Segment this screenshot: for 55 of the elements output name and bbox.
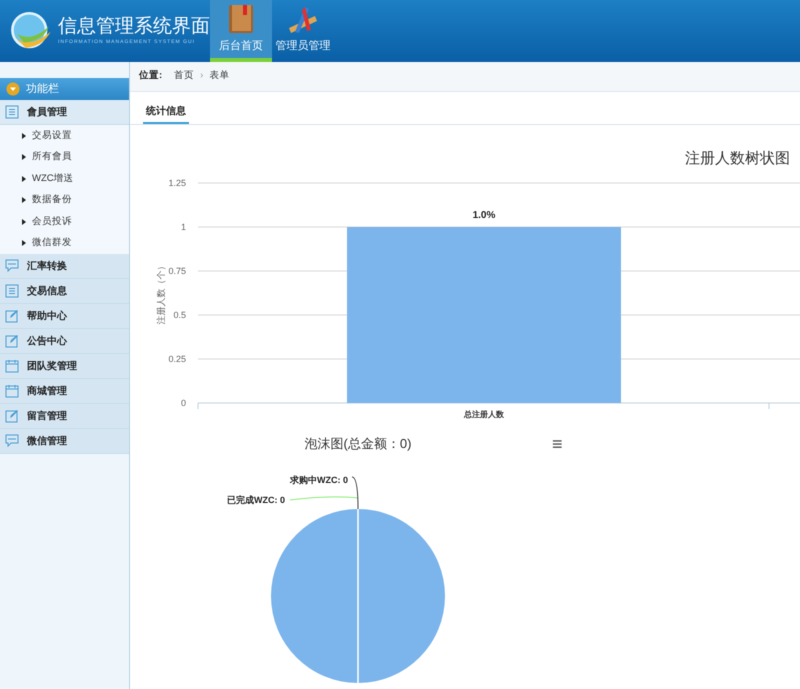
sidebar-group[interactable]: 帮助中心 [0,304,129,329]
edit-icon [5,409,19,423]
tick-label: 1.25 [168,178,186,188]
breadcrumb-separator: › [200,69,204,84]
breadcrumb-link[interactable]: 表单 [209,69,230,84]
sidebar-group[interactable]: 公告中心 [0,329,129,354]
chat-icon [5,259,19,273]
sidebar-group[interactable]: 汇率转换 [0,254,129,279]
app-title: 信息管理系统界面 [58,16,210,38]
calendar-icon [5,384,19,398]
sidebar-group[interactable]: 商城管理 [0,379,129,404]
sidebar-group[interactable]: 會員管理 [0,100,129,125]
edit-icon [5,334,19,348]
data-label: 1.0% [472,210,496,221]
bullet-icon [22,176,26,182]
sidebar-title: 功能栏 [26,82,59,97]
sidebar-group[interactable]: 留言管理 [0,404,129,429]
list-icon [5,284,19,298]
bullet-icon [22,197,26,204]
edit-icon [5,309,19,323]
list-icon [5,105,19,119]
sidebar-item[interactable]: 微信群发 [0,232,129,254]
sidebar-group[interactable]: 交易信息 [0,279,129,304]
sidebar-group[interactable]: 微信管理 [0,429,129,454]
chart-title: 注册人数树状图 [685,150,790,167]
breadcrumb-link[interactable]: 首页 [174,69,194,84]
sidebar-item[interactable]: 交易设置 [0,125,129,146]
tick-label: 0.25 [168,354,186,364]
data-label: 已完成WZC: 0 [227,495,285,505]
sidebar-item[interactable]: WZC增送 [0,168,129,190]
tick-label: 1 [180,222,186,232]
calendar-icon [5,359,19,373]
axis-title: 注册人数（个） [156,262,166,324]
bullet-icon [22,154,26,160]
data-label: 求购中WZC: 0 [290,475,348,485]
caret-down-icon [6,82,20,96]
sidebar-group[interactable]: 团队奖管理 [0,354,129,379]
bullet-icon [22,132,26,139]
nav-tab[interactable]: 后台首页 [210,0,272,62]
tick-label: 0 [180,398,186,408]
bullet-icon [22,218,26,225]
content-tab[interactable]: 统计信息 [143,100,189,124]
sidebar-item[interactable]: 会员投诉 [0,211,129,232]
sidebar-item[interactable]: 所有會員 [0,146,129,168]
breadcrumb-label: 位置: [139,69,162,84]
chat-icon [5,434,19,448]
bullet-icon [22,240,26,246]
tick-label: 0.5 [173,310,186,320]
chart-title: 泡沫图(总金额：0) [304,436,412,451]
menu-button[interactable]: ≡ [548,435,567,453]
book-icon [227,4,255,34]
category-label: 总注册人数 [464,410,504,419]
nav-tab[interactable]: 管理员管理 [272,0,334,62]
tick-label: 0.75 [168,266,186,276]
sidebar-item[interactable]: 数据备份 [0,190,129,211]
